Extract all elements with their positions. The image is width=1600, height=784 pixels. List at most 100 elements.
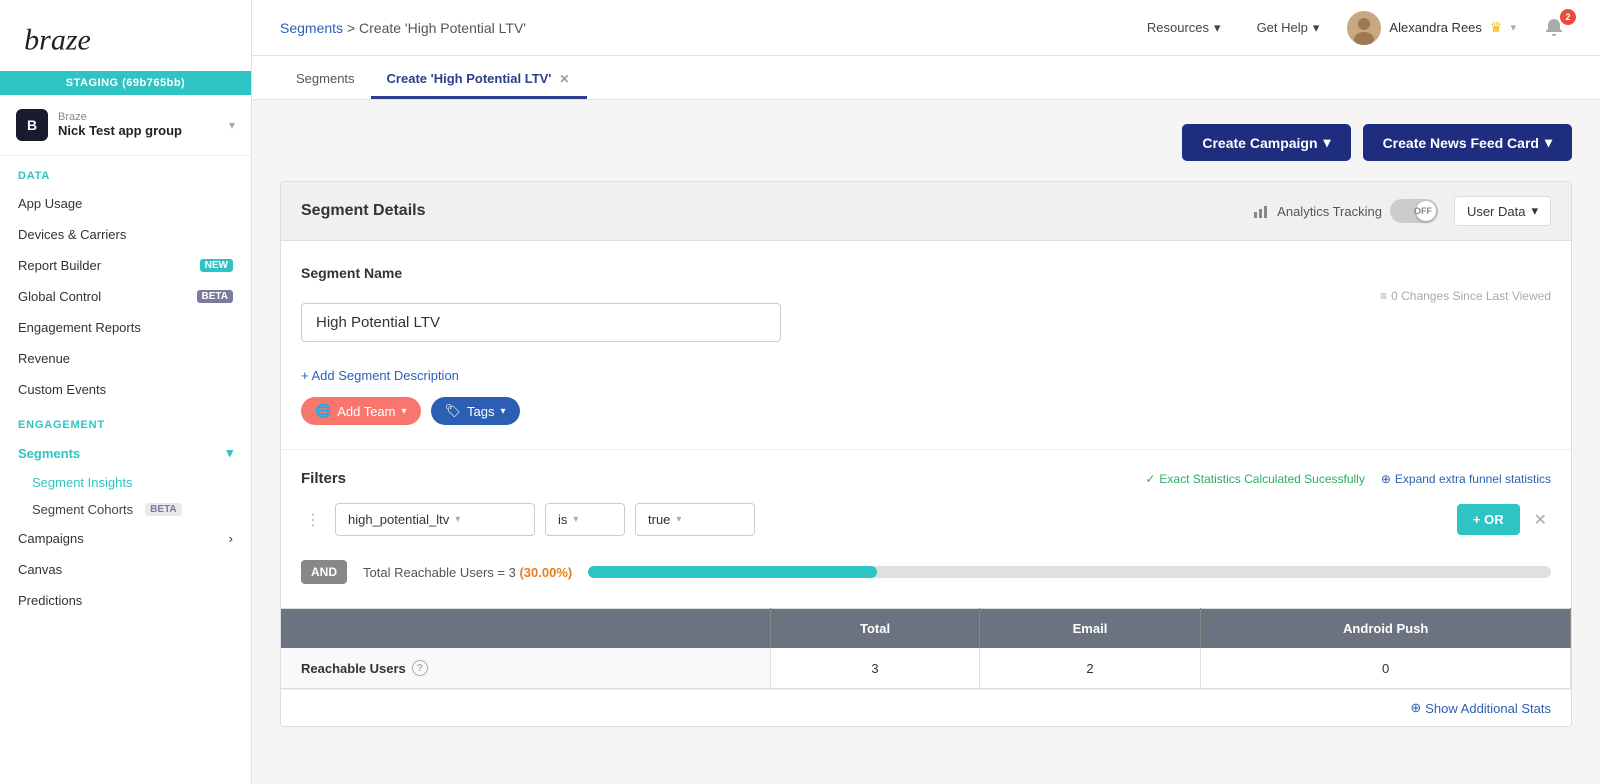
reachable-users-table: Total Email Android Push Reachable Users… [281,608,1571,689]
user-data-button[interactable]: User Data ▾ [1454,196,1551,226]
add-description-link[interactable]: + Add Segment Description [301,368,459,383]
sidebar-item-engagement-reports[interactable]: Engagement Reports [0,312,251,343]
analytics-toggle[interactable]: OFF [1390,199,1438,223]
table-header-android-push: Android Push [1201,609,1571,649]
filter-operator-chevron-icon: ▾ [573,514,578,525]
sidebar-item-campaigns[interactable]: Campaigns › [0,523,251,554]
sidebar-item-canvas[interactable]: Canvas [0,554,251,585]
tags-button[interactable]: 🏷 Tags ▾ [431,397,520,425]
expand-funnel-button[interactable]: ⊕ Expand extra funnel statistics [1381,472,1551,486]
plus-circle-stats-icon: ⊕ [1410,700,1421,716]
filters-header: Filters ✓ Exact Statistics Calculated Su… [301,470,1551,487]
app-info: Braze Nick Test app group [58,111,225,140]
get-help-button[interactable]: Get Help ▾ [1249,16,1328,40]
breadcrumb: Segments > Create 'High Potential LTV' [280,20,526,36]
filters-title: Filters [301,470,346,487]
app-chevron-icon: ▾ [229,118,235,132]
sidebar-item-predictions[interactable]: Predictions [0,585,251,616]
sidebar-item-revenue[interactable]: Revenue [0,343,251,374]
sidebar-item-segments[interactable]: Segments ▾ [0,437,251,469]
segment-name-label: Segment Name [301,265,1551,281]
show-additional-stats-button[interactable]: ⊕ Show Additional Stats [1410,700,1551,716]
filter-value-select[interactable]: true ▾ [635,503,755,536]
changes-note: ≡ 0 Changes Since Last Viewed [1380,289,1551,303]
breadcrumb-segments-link[interactable]: Segments [280,20,343,36]
crown-icon: ♛ [1490,19,1503,36]
segment-card-header: Segment Details Analytics Tracking OFF [281,182,1571,241]
notification-count-badge: 2 [1560,9,1576,25]
segment-card: Segment Details Analytics Tracking OFF [280,181,1572,727]
sidebar-item-global-control[interactable]: Global Control BETA [0,281,251,312]
segment-name-input[interactable] [301,303,781,342]
stats-calculated-label: ✓ Exact Statistics Calculated Sucessfull… [1145,472,1364,486]
and-badge: AND [301,560,347,584]
tab-create-segment[interactable]: Create 'High Potential LTV' ✕ [371,61,588,99]
page-content: Create Campaign ▾ Create News Feed Card … [252,100,1600,784]
segment-card-actions: Analytics Tracking OFF User Data ▾ [1253,196,1551,226]
beta-badge: BETA [197,290,233,303]
company-name: Braze [58,111,225,123]
sidebar-item-devices[interactable]: Devices & Carriers [0,219,251,250]
engagement-section-label: ENGAGEMENT [0,405,251,437]
check-icon: ✓ [1145,472,1155,486]
filter-row: ⋮ high_potential_ltv ▾ is ▾ true ▾ [301,503,1551,536]
sidebar-sub-item-segment-insights[interactable]: Segment Insights [0,469,251,496]
segment-details-title: Segment Details [301,202,425,220]
remove-filter-icon[interactable]: ✕ [1530,510,1551,530]
svg-text:braze: braze [24,24,91,57]
total-reachable-label: Total Reachable Users = 3 (30.00%) [363,565,572,580]
tabs-bar: Segments Create 'High Potential LTV' ✕ [252,56,1600,100]
app-selector[interactable]: B Braze Nick Test app group ▾ [0,95,251,156]
sidebar-sub-item-segment-cohorts[interactable]: Segment Cohorts BETA [0,496,251,523]
notifications-button[interactable]: 2 [1536,13,1572,43]
avatar [1347,11,1381,45]
filter-field-chevron-icon: ▾ [455,514,460,525]
filter-field-select[interactable]: high_potential_ltv ▾ [335,503,535,536]
progress-bar-fill [588,566,877,578]
resources-button[interactable]: Resources ▾ [1139,16,1229,40]
action-buttons: Create Campaign ▾ Create News Feed Card … [280,124,1572,161]
tab-close-icon[interactable]: ✕ [557,73,571,85]
or-button[interactable]: + OR [1457,504,1520,535]
staging-badge: STAGING (69b765bb) [0,71,251,95]
sidebar-item-custom-events[interactable]: Custom Events [0,374,251,405]
resources-chevron-icon: ▾ [1214,20,1221,36]
create-campaign-button[interactable]: Create Campaign ▾ [1182,124,1350,161]
drag-handle-icon[interactable]: ⋮ [301,510,325,530]
changes-icon: ≡ [1380,289,1387,303]
breadcrumb-current: Create 'High Potential LTV' [359,20,526,36]
add-team-button[interactable]: 🌐 Add Team ▾ [301,397,421,425]
sidebar-item-app-usage[interactable]: App Usage [0,188,251,219]
filter-operator-select[interactable]: is ▾ [545,503,625,536]
segments-chevron-icon: ▾ [226,445,233,461]
row-total-cell: 3 [771,648,979,689]
progress-bar [588,566,1551,578]
breadcrumb-separator: > [347,20,359,36]
create-news-feed-card-button[interactable]: Create News Feed Card ▾ [1363,124,1572,161]
table-header-email: Email [979,609,1201,649]
row-label-cell: Reachable Users ? [281,648,771,689]
toggle-label: OFF [1414,206,1432,216]
logo: braze [0,0,251,71]
table-header-empty [281,609,771,649]
globe-icon: 🌐 [315,403,331,419]
stats-row: AND Total Reachable Users = 3 (30.00%) [301,550,1551,598]
user-data-chevron-icon: ▾ [1531,203,1538,219]
add-team-chevron-icon: ▾ [401,406,406,417]
app-group-name: Nick Test app group [58,123,225,140]
table-header-total: Total [771,609,979,649]
sidebar-item-report-builder[interactable]: Report Builder NEW [0,250,251,281]
create-campaign-chevron-icon: ▾ [1324,134,1331,151]
segment-form: Segment Name ≡ 0 Changes Since Last View… [281,241,1571,449]
create-news-feed-chevron-icon: ▾ [1545,134,1552,151]
main-area: Segments > Create 'High Potential LTV' R… [252,0,1600,784]
sidebar: braze STAGING (69b765bb) B Braze Nick Te… [0,0,252,784]
new-badge: NEW [200,259,233,272]
user-menu[interactable]: Alexandra Rees ♛ ▾ [1347,11,1516,45]
reachable-users-info-icon[interactable]: ? [412,660,428,676]
user-chevron-icon: ▾ [1510,21,1516,34]
analytics-tracking: Analytics Tracking OFF [1253,199,1438,223]
tab-segments[interactable]: Segments [280,61,371,99]
data-section-label: DATA [0,156,251,188]
tags-chevron-icon: ▾ [501,406,506,417]
